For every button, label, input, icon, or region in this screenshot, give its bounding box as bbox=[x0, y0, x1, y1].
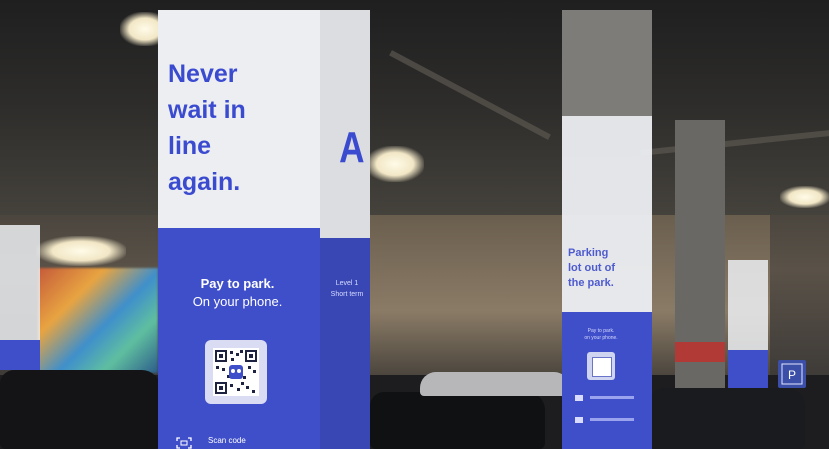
pay-line: Pay to park. bbox=[587, 328, 615, 334]
background-pillar bbox=[675, 120, 725, 390]
wall-mural bbox=[38, 268, 158, 373]
ceiling-light bbox=[36, 236, 126, 266]
ceiling-light bbox=[780, 186, 829, 208]
headline-line: Never bbox=[168, 60, 238, 88]
parked-car bbox=[370, 392, 545, 449]
headline-line: the park. bbox=[568, 277, 614, 289]
main-headline: Never wait in line again. bbox=[168, 56, 318, 200]
headline-line: Parking bbox=[568, 247, 609, 259]
level-line: Level 1 bbox=[335, 280, 359, 287]
info-line bbox=[590, 396, 634, 399]
right-pillar-headline: Parking lot out of the park. bbox=[568, 246, 640, 291]
ceiling-light bbox=[366, 146, 424, 182]
svg-text:P: P bbox=[788, 368, 796, 382]
parked-car bbox=[650, 388, 805, 449]
info-icon bbox=[575, 417, 583, 423]
pay-subtitle: On your phone. bbox=[192, 294, 283, 309]
parked-car-roof bbox=[420, 372, 570, 396]
parking-sign-icon: P bbox=[778, 360, 806, 388]
headline-line: lot out of bbox=[568, 262, 616, 274]
pillar-letter: A bbox=[339, 123, 365, 172]
left-pillar bbox=[0, 140, 40, 370]
right-pillar-pay-text: Pay to park. on your phone. bbox=[576, 328, 626, 342]
info-line bbox=[590, 418, 634, 421]
background-sign-pillar bbox=[728, 190, 768, 390]
qr-code-icon[interactable] bbox=[205, 340, 267, 404]
parking-garage-scene: P Never wait in line again. A Pay to par… bbox=[0, 0, 829, 449]
headline-line: line bbox=[168, 132, 212, 160]
level-line: Short term bbox=[330, 291, 364, 298]
headline-line: again. bbox=[168, 168, 241, 196]
right-sign-pillar bbox=[562, 10, 652, 449]
pay-title: Pay to park. bbox=[200, 276, 275, 291]
parked-car bbox=[0, 370, 160, 449]
headline-line: wait in bbox=[168, 96, 246, 124]
info-icon bbox=[575, 395, 583, 401]
level-label: Level 1 Short term bbox=[330, 278, 364, 300]
scan-code-icon bbox=[176, 434, 192, 449]
qr-code-icon[interactable] bbox=[587, 352, 615, 380]
pay-line: on your phone. bbox=[584, 335, 618, 341]
scan-code-label: Scan code bbox=[208, 436, 246, 445]
